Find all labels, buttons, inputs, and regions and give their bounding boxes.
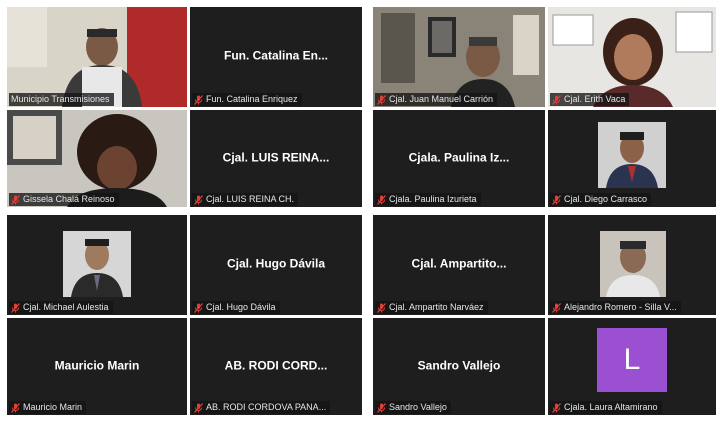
participant-tile[interactable]: Gissela Chalá Reinoso xyxy=(7,110,187,207)
participant-tile[interactable]: Cjal. Ampartito... Cjal. Ampartito Narvá… xyxy=(373,215,545,315)
muted-mic-icon xyxy=(552,94,561,105)
participant-display-name: Cjal. LUIS REINA... xyxy=(222,150,330,165)
participant-photo xyxy=(598,122,666,188)
gallery-quadrant-3: Cjal. Michael Aulestia Cjal. Hugo Dávila… xyxy=(7,215,362,415)
participant-display-name: Cjal. Hugo Dávila xyxy=(226,256,326,271)
participant-name-label: Gissela Chalá Reinoso xyxy=(9,193,119,206)
muted-mic-icon xyxy=(377,194,386,205)
participant-name-label: Municipio Transmisiones xyxy=(9,93,114,106)
participant-name-label: Alejandro Romero - Silla V... xyxy=(550,301,681,314)
participant-tile[interactable]: Mauricio Marin Mauricio Marin xyxy=(7,318,187,415)
muted-mic-icon xyxy=(194,94,203,105)
muted-mic-icon xyxy=(377,302,386,313)
participant-display-name: Cjal. Ampartito... xyxy=(411,256,507,271)
muted-mic-icon xyxy=(552,194,561,205)
participant-tile[interactable]: Cjal. LUIS REINA... Cjal. LUIS REINA CH. xyxy=(190,110,362,207)
participant-tile[interactable]: Cjal. Erith Vaca xyxy=(548,7,716,107)
participant-name-label: Fun. Catalina Enriquez xyxy=(192,93,302,106)
muted-mic-icon xyxy=(552,302,561,313)
participant-tile[interactable]: Cjal. Hugo Dávila Cjal. Hugo Dávila xyxy=(190,215,362,315)
muted-mic-icon xyxy=(377,94,386,105)
participant-avatar: L xyxy=(597,328,667,392)
muted-mic-icon xyxy=(194,194,203,205)
participant-photo xyxy=(63,231,131,297)
participant-tile[interactable]: Fun. Catalina En... Fun. Catalina Enriqu… xyxy=(190,7,362,107)
participant-tile[interactable]: Cjal. Juan Manuel Carrión xyxy=(373,7,545,107)
gallery-quadrant-2: Cjal. Juan Manuel Carrión Cjal. Erith Va… xyxy=(373,7,716,207)
participant-name-label: Cjal. Ampartito Narváez xyxy=(375,301,488,314)
participant-tile[interactable]: L Cjala. Laura Altamirano xyxy=(548,318,716,415)
gallery-quadrant-1: Municipio Transmisiones Fun. Catalina En… xyxy=(7,7,362,207)
participant-tile[interactable]: Municipio Transmisiones xyxy=(7,7,187,107)
participant-name-label: AB. RODI CORDOVA PANA... xyxy=(192,401,331,414)
participant-tile[interactable]: Cjal. Diego Carrasco xyxy=(548,110,716,207)
participant-name-label: Cjala. Laura Altamirano xyxy=(550,401,662,414)
participant-tile[interactable]: Cjal. Michael Aulestia xyxy=(7,215,187,315)
participant-display-name: Fun. Catalina En... xyxy=(223,48,328,63)
muted-mic-icon xyxy=(194,402,203,413)
participant-name-label: Cjal. Michael Aulestia xyxy=(9,301,113,314)
participant-name-label: Mauricio Marin xyxy=(9,401,87,414)
avatar-letter: L xyxy=(623,343,641,376)
participant-display-name: Sandro Vallejo xyxy=(417,358,501,373)
participant-photo xyxy=(600,231,666,297)
muted-mic-icon xyxy=(194,302,203,313)
participant-name-label: Cjal. Juan Manuel Carrión xyxy=(375,93,498,106)
participant-tile[interactable]: Cjala. Paulina Iz... Cjala. Paulina Izur… xyxy=(373,110,545,207)
participant-tile[interactable]: Alejandro Romero - Silla V... xyxy=(548,215,716,315)
participant-name-label: Cjal. Diego Carrasco xyxy=(550,193,652,206)
muted-mic-icon xyxy=(11,302,20,313)
participant-video xyxy=(548,7,716,107)
gallery-quadrant-4: Cjal. Ampartito... Cjal. Ampartito Narvá… xyxy=(373,215,716,415)
participant-name-label: Cjal. LUIS REINA CH. xyxy=(192,193,299,206)
participant-name-label: Cjala. Paulina Izurieta xyxy=(375,193,481,206)
participant-display-name: Mauricio Marin xyxy=(54,358,140,373)
participant-name-label: Sandro Vallejo xyxy=(375,401,451,414)
muted-mic-icon xyxy=(377,402,386,413)
participant-tile[interactable]: Sandro Vallejo Sandro Vallejo xyxy=(373,318,545,415)
participant-tile[interactable]: AB. RODI CORD... AB. RODI CORDOVA PANA..… xyxy=(190,318,362,415)
participant-video xyxy=(7,7,187,107)
participant-display-name: Cjala. Paulina Iz... xyxy=(408,150,510,165)
participant-video xyxy=(373,7,545,107)
muted-mic-icon xyxy=(11,402,20,413)
muted-mic-icon xyxy=(552,402,561,413)
muted-mic-icon xyxy=(11,194,20,205)
participant-name-label: Cjal. Erith Vaca xyxy=(550,93,630,106)
participant-name-label: Cjal. Hugo Dávila xyxy=(192,301,280,314)
participant-display-name: AB. RODI CORD... xyxy=(224,358,328,373)
